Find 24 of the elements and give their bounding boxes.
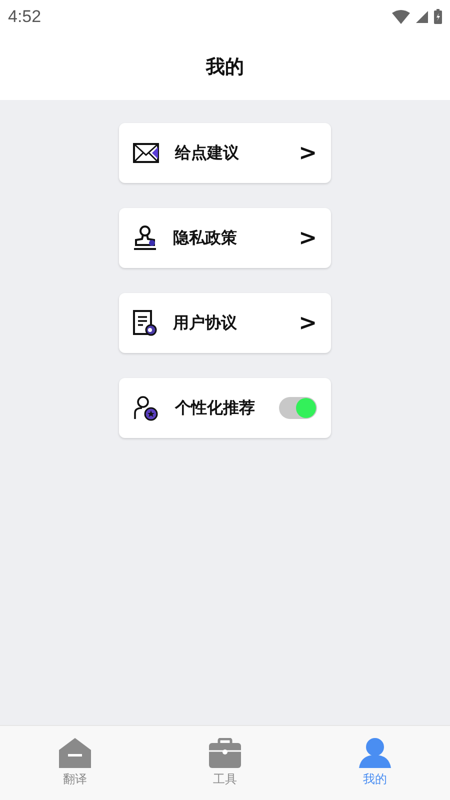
signal-icon	[416, 10, 428, 22]
envelope-icon	[133, 143, 159, 163]
menu-card[interactable]: 给点建议 >	[119, 123, 331, 183]
home-icon	[59, 738, 91, 768]
menu-label: 隐私政策	[173, 228, 238, 248]
document-icon	[133, 310, 157, 336]
person-icon	[359, 738, 391, 768]
wifi-icon	[392, 10, 410, 24]
toggle-switch[interactable]	[279, 397, 317, 419]
menu-card[interactable]: 隐私政策 >	[119, 208, 331, 268]
status-time: 4:52	[8, 6, 42, 26]
stamp-icon	[133, 225, 157, 251]
menu-card[interactable]: 用户协议 >	[119, 293, 331, 353]
chevron: >	[298, 310, 317, 336]
page-title: 我的	[206, 54, 244, 80]
menu-label: 给点建议	[175, 142, 240, 164]
user-star-icon	[133, 395, 159, 421]
menu-label: 个性化推荐	[175, 398, 256, 418]
menu-card[interactable]: 个性化推荐	[119, 378, 331, 438]
chevron: >	[298, 226, 317, 250]
briefcase-icon	[209, 738, 241, 768]
battery-icon	[434, 9, 442, 24]
menu-label: 用户协议	[173, 312, 238, 334]
chevron: >	[298, 140, 317, 166]
